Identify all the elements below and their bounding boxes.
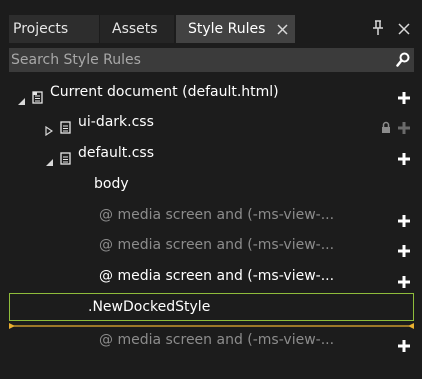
tree-item-media-query[interactable]: @ media screen and (-ms-view-... <box>9 325 414 355</box>
style-rules-panel: Projects Assets Style Rules Search Style… <box>0 0 422 379</box>
tab-assets-label: Assets <box>112 21 158 37</box>
tab-projects-label: Projects <box>13 21 69 37</box>
tree-item-current-document[interactable]: Current document (default.html) <box>9 77 414 107</box>
tree-item-label: @ media screen and (-ms-view-... <box>99 268 335 284</box>
add-rule-icon[interactable] <box>398 238 410 257</box>
tree-item-new-docked-style[interactable]: .NewDockedStyle <box>9 292 414 322</box>
tab-style-rules[interactable]: Style Rules <box>176 15 295 43</box>
tree-item-label: body <box>94 176 129 192</box>
search-box <box>9 48 414 72</box>
tree-item-label: default.css <box>78 145 154 161</box>
add-rule-icon[interactable] <box>398 333 410 352</box>
close-tab-icon[interactable] <box>275 15 291 43</box>
tree-item-media-query[interactable]: @ media screen and (-ms-view-... <box>9 230 414 260</box>
document-icon <box>60 115 71 134</box>
tree-item-label: @ media screen and (-ms-view-... <box>99 237 335 253</box>
pin-icon[interactable] <box>372 20 384 36</box>
document-icon <box>60 146 71 165</box>
search-icon[interactable] <box>396 52 410 68</box>
search-input[interactable] <box>9 48 379 72</box>
tree-item-label: @ media screen and (-ms-view-... <box>99 207 335 223</box>
close-panel-icon[interactable] <box>398 23 410 35</box>
tree-item-media-query[interactable]: @ media screen and (-ms-view-... <box>9 261 414 291</box>
tab-strip: Projects Assets Style Rules <box>0 0 422 46</box>
tree-item-label: @ media screen and (-ms-view-... <box>99 332 335 348</box>
tab-assets[interactable]: Assets <box>100 15 174 43</box>
tree-item-label: Current document (default.html) <box>50 84 279 100</box>
tree-item-label: ui-dark.css <box>78 114 154 130</box>
tree-item-label: .NewDockedStyle <box>88 299 211 315</box>
document-icon <box>32 85 43 104</box>
tree-item-ui-dark-css[interactable]: ui-dark.css <box>9 107 414 137</box>
add-rule-icon[interactable] <box>398 85 410 104</box>
add-rule-icon[interactable] <box>398 269 410 288</box>
tree-item-media-query[interactable]: @ media screen and (-ms-view-... <box>9 200 414 230</box>
add-rule-icon[interactable] <box>398 146 410 165</box>
tree-item-body[interactable]: body <box>9 169 414 199</box>
tab-projects[interactable]: Projects <box>9 15 99 43</box>
tab-style-rules-label: Style Rules <box>188 21 266 37</box>
add-rule-icon-disabled <box>398 115 410 134</box>
tree-item-default-css[interactable]: default.css <box>9 138 414 168</box>
add-rule-icon[interactable] <box>398 208 410 227</box>
lock-icon <box>381 115 391 133</box>
